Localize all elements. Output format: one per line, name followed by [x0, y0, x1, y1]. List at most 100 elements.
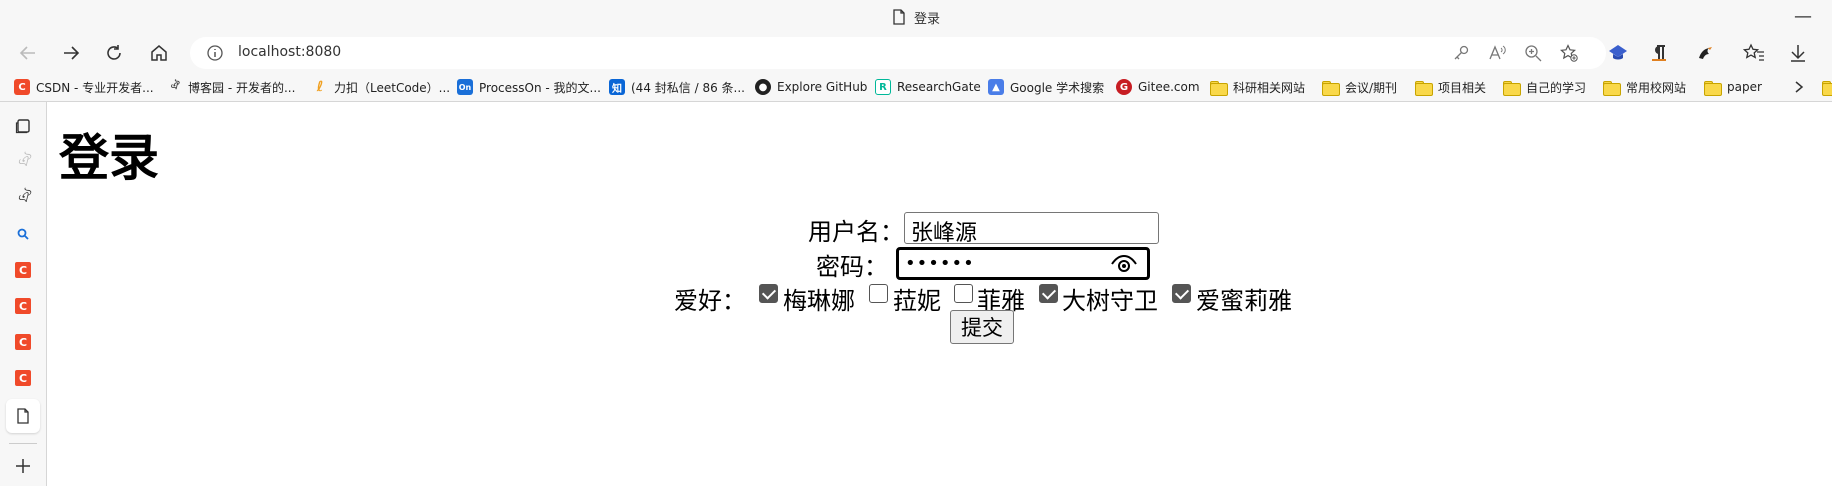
tabs-icon — [15, 119, 30, 134]
csdn-icon: C — [15, 370, 31, 386]
sidebar-tab-cnblogs[interactable]: ঐ — [11, 186, 35, 210]
bookmark-leetcode[interactable]: ℓ 力扣（LeetCode）... — [312, 78, 450, 96]
folder-icon — [1415, 80, 1433, 96]
tab-actions-button[interactable] — [11, 114, 35, 138]
page-icon — [893, 9, 905, 25]
key-icon[interactable] — [1452, 44, 1470, 62]
folder-icon — [1704, 80, 1722, 96]
username-input[interactable]: 张峰源 — [904, 212, 1159, 246]
bookmark-csdn[interactable]: C CSDN - 专业开发者... — [14, 78, 154, 96]
hobby-label-4: 大树守卫 — [1062, 287, 1158, 315]
password-masked-value: •••••• — [905, 253, 975, 274]
bookmark-processon[interactable]: On ProcessOn - 我的文... — [457, 78, 601, 96]
bookmark-label: 项目相关 — [1438, 80, 1487, 95]
bookmark-folder-study[interactable]: 自己的学习 — [1503, 78, 1586, 96]
username-label: 用户名： — [808, 218, 904, 246]
bookmark-github[interactable]: ● Explore GitHub — [755, 78, 867, 96]
bookmark-label: 会议/期刊 — [1345, 80, 1398, 95]
sidebar-divider — [9, 443, 37, 444]
bookmark-label: 科研相关网站 — [1233, 80, 1306, 95]
gitee-icon: G — [1116, 79, 1132, 95]
refresh-button[interactable] — [100, 39, 128, 67]
hobby-checkbox-5[interactable] — [1172, 284, 1191, 303]
page-icon — [17, 408, 29, 424]
bookmark-folder-school[interactable]: 常用校网站 — [1603, 78, 1686, 96]
hobby-label-1: 梅琳娜 — [783, 287, 855, 315]
page-content: 登录 用户名： 张峰源 密码： •••••• 爱好： 梅琳娜 菈妮 菲雅 大树守… — [48, 102, 1832, 486]
new-tab-button[interactable] — [11, 454, 35, 478]
downloads-icon[interactable] — [1787, 42, 1809, 64]
window-title: 登录 — [0, 0, 1832, 34]
bookmark-google-scholar[interactable]: ▲ Google 学术搜索 — [988, 78, 1104, 96]
bird-extension-icon[interactable] — [1694, 42, 1716, 64]
home-button[interactable] — [145, 39, 173, 67]
bookmark-label: paper — [1727, 80, 1762, 94]
sidebar-tab-current[interactable] — [11, 404, 35, 428]
bookmark-folder-partial[interactable] — [1822, 78, 1832, 96]
sidebar-tab-csdn-4[interactable]: C — [11, 366, 35, 390]
home-icon — [151, 45, 167, 61]
forward-button[interactable] — [57, 39, 85, 67]
bookmark-zhihu[interactable]: 知 (44 封私信 / 86 条... — [609, 78, 745, 96]
bookmark-label: ResearchGate — [897, 80, 981, 94]
site-info-icon[interactable] — [206, 44, 224, 62]
sidebar-tab-cnblogs-faded[interactable]: ঐ — [11, 150, 35, 174]
csdn-icon: C — [15, 334, 31, 350]
bookmark-cnblogs[interactable]: ঐ 博客园 - 开发者的... — [166, 78, 295, 96]
folder-icon — [1210, 80, 1228, 96]
leetcode-icon: ℓ — [316, 79, 324, 95]
bookmark-label: Gitee.com — [1138, 80, 1200, 94]
sidebar-tab-csdn-2[interactable]: C — [11, 294, 35, 318]
page-heading: 登录 — [59, 129, 159, 187]
hobby-checkbox-1[interactable] — [759, 284, 778, 303]
folder-icon — [1603, 80, 1621, 96]
sidebar-tab-search[interactable] — [11, 222, 35, 246]
processon-icon: On — [457, 79, 473, 95]
plus-icon — [16, 459, 30, 473]
add-favorite-icon[interactable] — [1560, 44, 1578, 62]
csdn-icon: C — [15, 298, 31, 314]
minimize-button[interactable]: — — [1794, 6, 1812, 27]
paragraph-extension-icon[interactable] — [1648, 42, 1670, 64]
researchgate-icon: R — [875, 79, 891, 95]
bookmark-folder-research[interactable]: 科研相关网站 — [1210, 78, 1305, 96]
bookmark-label: Google 学术搜索 — [1010, 80, 1105, 95]
bookmark-folder-project[interactable]: 项目相关 — [1415, 78, 1486, 96]
eye-icon[interactable] — [1111, 255, 1137, 273]
bookmark-researchgate[interactable]: R ResearchGate — [875, 78, 981, 96]
csdn-icon: C — [15, 262, 31, 278]
address-url[interactable]: localhost:8080 — [238, 44, 341, 60]
zoom-icon[interactable] — [1524, 44, 1542, 62]
bookmark-folder-conference[interactable]: 会议/期刊 — [1322, 78, 1397, 96]
bookmarks-bar: C CSDN - 专业开发者... ঐ 博客园 - 开发者的... ℓ 力扣（Leet… — [0, 72, 1832, 102]
google-scholar-icon: ▲ — [988, 79, 1004, 95]
favorites-icon[interactable] — [1743, 42, 1765, 64]
bookmark-label: 常用校网站 — [1626, 80, 1687, 95]
bookmark-label: 力扣（LeetCode）... — [334, 80, 451, 95]
read-aloud-icon[interactable] — [1488, 44, 1506, 62]
password-input[interactable]: •••••• — [896, 247, 1150, 280]
folder-icon — [1322, 80, 1340, 96]
refresh-icon — [107, 45, 121, 60]
sidebar-tab-csdn-1[interactable]: C — [11, 258, 35, 282]
sidebar-tab-csdn-3[interactable]: C — [11, 330, 35, 354]
hobby-checkbox-4[interactable] — [1039, 284, 1058, 303]
folder-icon — [1503, 80, 1521, 96]
bookmark-label: 博客园 - 开发者的... — [188, 80, 296, 95]
bookmark-gitee[interactable]: G Gitee.com — [1116, 78, 1200, 96]
cnblogs-icon: ঐ — [169, 80, 179, 92]
hobby-checkbox-2[interactable] — [869, 284, 888, 303]
bookmarks-overflow-button[interactable] — [1793, 78, 1805, 96]
scholar-extension-icon[interactable] — [1607, 42, 1629, 64]
bookmark-label: ProcessOn - 我的文... — [479, 80, 601, 95]
window-title-text: 登录 — [913, 11, 940, 27]
address-bar[interactable]: localhost:8080 — [190, 37, 1606, 69]
title-bar: 登录 — — [0, 0, 1832, 34]
back-button[interactable] — [14, 39, 42, 67]
github-icon: ● — [755, 79, 771, 95]
submit-button[interactable]: 提交 — [950, 310, 1014, 344]
forward-arrow-icon — [64, 46, 80, 60]
bookmark-folder-paper[interactable]: paper — [1704, 78, 1762, 96]
back-arrow-icon — [19, 46, 35, 60]
hobby-checkbox-3[interactable] — [954, 284, 973, 303]
